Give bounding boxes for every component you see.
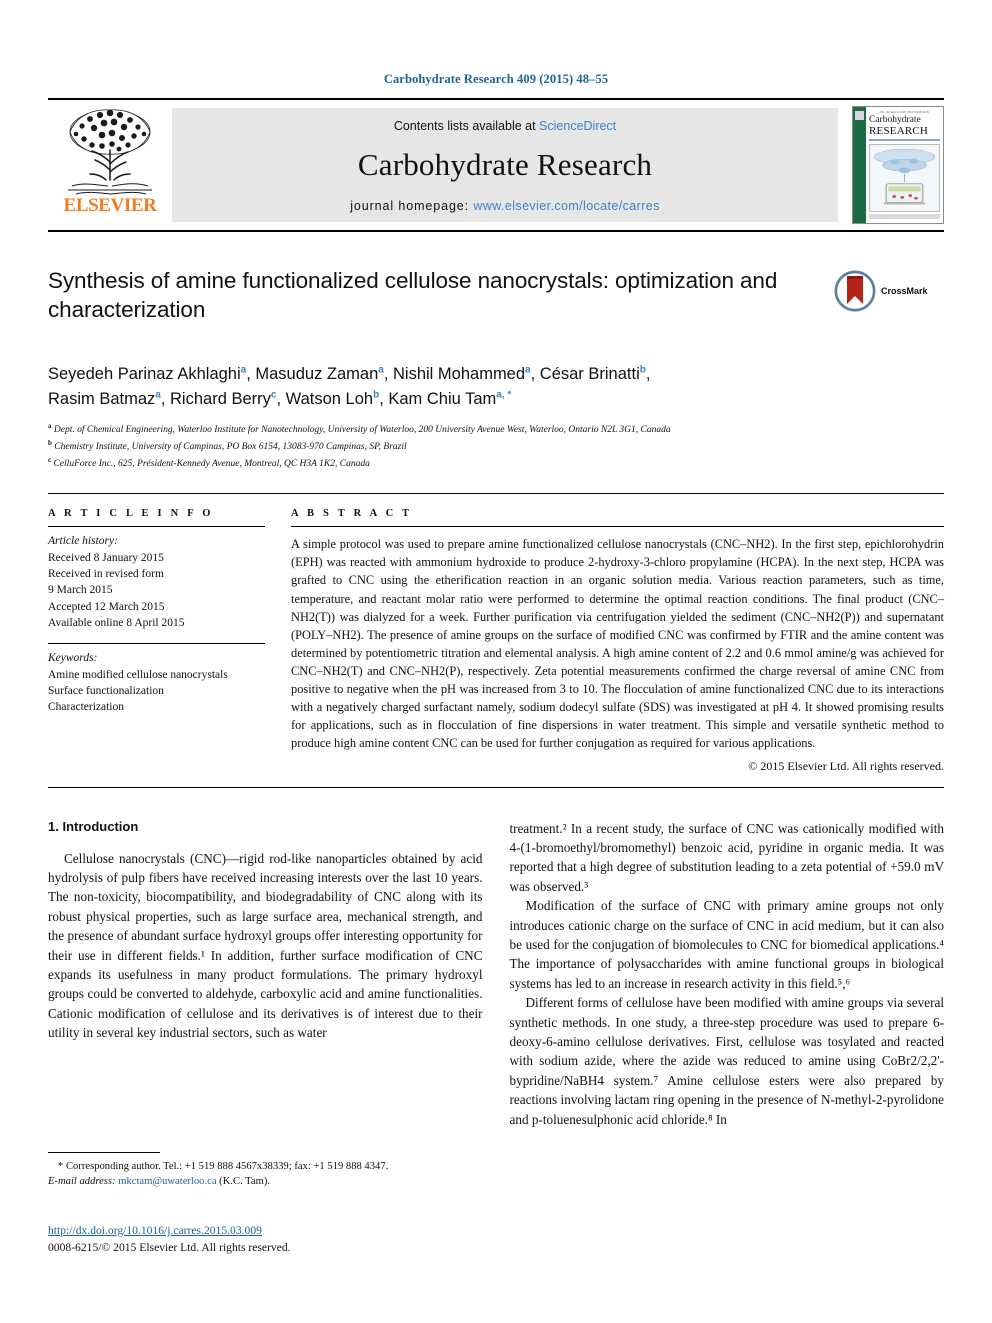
body-columns: 1. Introduction Cellulose nanocrystals (… xyxy=(48,819,944,1130)
author-name: Watson Loh xyxy=(285,390,374,409)
cover-subtitle-bar xyxy=(869,138,940,142)
article-page: Carbohydrate Research 409 (2015) 48–55 E… xyxy=(0,0,992,1323)
page-title: Synthesis of amine functionalized cellul… xyxy=(48,268,778,323)
footnote-text: * Corresponding author. Tel.: +1 519 888… xyxy=(48,1159,468,1190)
article-history-label: Article history: xyxy=(48,535,118,548)
history-item: Received in revised form xyxy=(48,567,164,580)
info-abstract-band: A R T I C L E I N F O Article history: R… xyxy=(48,493,944,773)
author-name: Seyedeh Parinaz Akhlaghi xyxy=(48,365,241,383)
history-item: Available online 8 April 2015 xyxy=(48,616,185,629)
author-list: Seyedeh Parinaz Akhlaghia, Masuduz Zaman… xyxy=(48,364,651,409)
keyword-item: Surface functionalization xyxy=(48,684,164,697)
email-link[interactable]: mkctam@uwaterloo.ca xyxy=(118,1176,216,1187)
abstract-copyright: © 2015 Elsevier Ltd. All rights reserved… xyxy=(748,758,944,773)
author-affil-mark: c xyxy=(270,389,277,401)
history-item: 9 March 2015 xyxy=(48,584,113,597)
affiliation-list: a Dept. of Chemical Engineering, Waterlo… xyxy=(48,421,928,472)
author-name: Nishil Mohammed xyxy=(393,365,526,383)
author-affil-mark: a xyxy=(378,364,384,376)
affiliation-item: c CelluForce Inc., 625, Président-Kenned… xyxy=(48,455,928,472)
masthead-center-panel: Contents lists available at ScienceDirec… xyxy=(172,108,838,222)
body-paragraph: Cellulose nanocrystals (CNC)—rigid rod-l… xyxy=(48,850,483,1041)
running-head: Carbohydrate Research 409 (2015) 48–55 xyxy=(383,72,609,86)
elsevier-wordmark: ELSEVIER xyxy=(63,195,157,216)
cover-body: Vol. 4b March 2015 ISSN 0008-6215 Carboh… xyxy=(866,107,943,223)
abstract-heading: A B S T R A C T xyxy=(291,508,413,520)
keyword-item: Amine modified cellulose nanocrystals xyxy=(48,668,228,681)
issn-copyright-line: 0008-6215/© 2015 Elsevier Ltd. All right… xyxy=(48,1241,291,1255)
band-bottom-rule xyxy=(48,786,944,788)
affiliation-text: CelluForce Inc., 625, Président-Kennedy … xyxy=(53,459,370,470)
author-name: Richard Berry xyxy=(170,390,271,409)
cover-title-line2: RESEARCH xyxy=(869,124,929,137)
abstract-paragraph: A simple protocol was used to prepare am… xyxy=(291,537,944,751)
affiliation-mark: a xyxy=(48,422,52,431)
author-affil-mark: a xyxy=(240,364,247,376)
affiliation-text: Dept. of Chemical Engineering, Waterloo … xyxy=(53,425,671,436)
body-paragraph: Different forms of cellulose have been m… xyxy=(509,995,945,1127)
author-name: Rasim Batmaz xyxy=(48,390,156,409)
crossmark-badge[interactable]: CrossMark xyxy=(834,268,944,314)
cover-footer-bar xyxy=(869,214,940,219)
journal-homepage-line: journal homepage: www.elsevier.com/locat… xyxy=(350,199,660,213)
footnote-divider xyxy=(48,1152,160,1153)
author-affil-mark: a, * xyxy=(496,389,512,401)
doi-block: http://dx.doi.org/10.1016/j.carres.2015.… xyxy=(48,1222,548,1257)
contents-available-line: Contents lists available at ScienceDirec… xyxy=(394,119,616,133)
elsevier-logo: ELSEVIER xyxy=(48,100,172,230)
journal-homepage-link[interactable]: www.elsevier.com/locate/carres xyxy=(473,199,659,213)
sciencedirect-link[interactable]: ScienceDirect xyxy=(539,119,616,133)
cover-illustration-icon xyxy=(874,149,935,205)
cover-artwork xyxy=(869,144,940,213)
body-column-right: treatment.² In a recent study, the surfa… xyxy=(510,819,945,1130)
crossmark-label: CrossMark xyxy=(881,286,928,296)
email-owner: (K.C. Tam). xyxy=(216,1176,271,1188)
body-paragraph: Modification of the surface of CNC with … xyxy=(509,898,945,991)
body-paragraph: treatment.² In a recent study, the surfa… xyxy=(509,820,945,894)
affiliation-mark: c xyxy=(48,456,52,465)
article-info-column: A R T I C L E I N F O Article history: R… xyxy=(48,508,291,773)
title-block: Synthesis of amine functionalized cellul… xyxy=(48,266,944,342)
affiliation-item: b Chemistry Institute, University of Cam… xyxy=(48,438,928,455)
corresponding-author-footnote: * Corresponding author. Tel.: +1 519 888… xyxy=(48,1152,468,1190)
author-affil-mark: b xyxy=(639,364,646,376)
journal-masthead: ELSEVIER Contents lists available at Sci… xyxy=(48,98,944,232)
corresponding-note: * Corresponding author. Tel.: +1 519 888… xyxy=(58,1161,389,1172)
author-name: César Brinatti xyxy=(539,365,640,383)
homepage-prefix: journal homepage: xyxy=(350,199,474,213)
abstract-column: A B S T R A C T A simple protocol was us… xyxy=(291,508,944,773)
author-affil-mark: a xyxy=(155,389,161,401)
cover-issue-line: Vol. 4b March 2015 ISSN 0008-6215 xyxy=(880,111,929,114)
section-heading-introduction: 1. Introduction xyxy=(48,818,139,834)
history-item: Received 8 January 2015 xyxy=(48,551,164,564)
article-info-heading: A R T I C L E I N F O xyxy=(48,508,214,520)
crossmark-icon xyxy=(834,270,876,312)
keywords-label: Keywords: xyxy=(48,652,98,665)
affiliation-item: a Dept. of Chemical Engineering, Waterlo… xyxy=(48,421,928,438)
body-column-left: 1. Introduction Cellulose nanocrystals (… xyxy=(48,819,483,1130)
article-history-group: Article history: Received 8 January 2015… xyxy=(48,527,265,631)
history-item: Accepted 12 March 2015 xyxy=(48,600,165,613)
doi-link[interactable]: http://dx.doi.org/10.1016/j.carres.2015.… xyxy=(48,1222,548,1239)
author-name: Masuduz Zaman xyxy=(255,365,379,383)
abstract-body: A simple protocol was used to prepare am… xyxy=(291,527,944,752)
affiliation-text: Chemistry Institute, University of Campi… xyxy=(54,442,407,453)
author-name: Kam Chiu Tam xyxy=(388,390,497,409)
affiliation-mark: b xyxy=(48,439,52,448)
author-affil-mark: b xyxy=(373,389,380,401)
journal-title: Carbohydrate Research xyxy=(357,147,653,182)
contents-prefix: Contents lists available at xyxy=(393,119,540,133)
journal-cover-thumbnail[interactable]: Vol. 4b March 2015 ISSN 0008-6215 Carboh… xyxy=(852,106,944,224)
keywords-group: Keywords: Amine modified cellulose nanoc… xyxy=(48,644,265,715)
email-label: E-mail address: xyxy=(48,1176,119,1188)
author-affil-mark: a xyxy=(525,364,531,376)
elsevier-tree-icon xyxy=(68,109,152,195)
cover-spine xyxy=(853,107,866,223)
keyword-item: Characterization xyxy=(48,701,124,714)
